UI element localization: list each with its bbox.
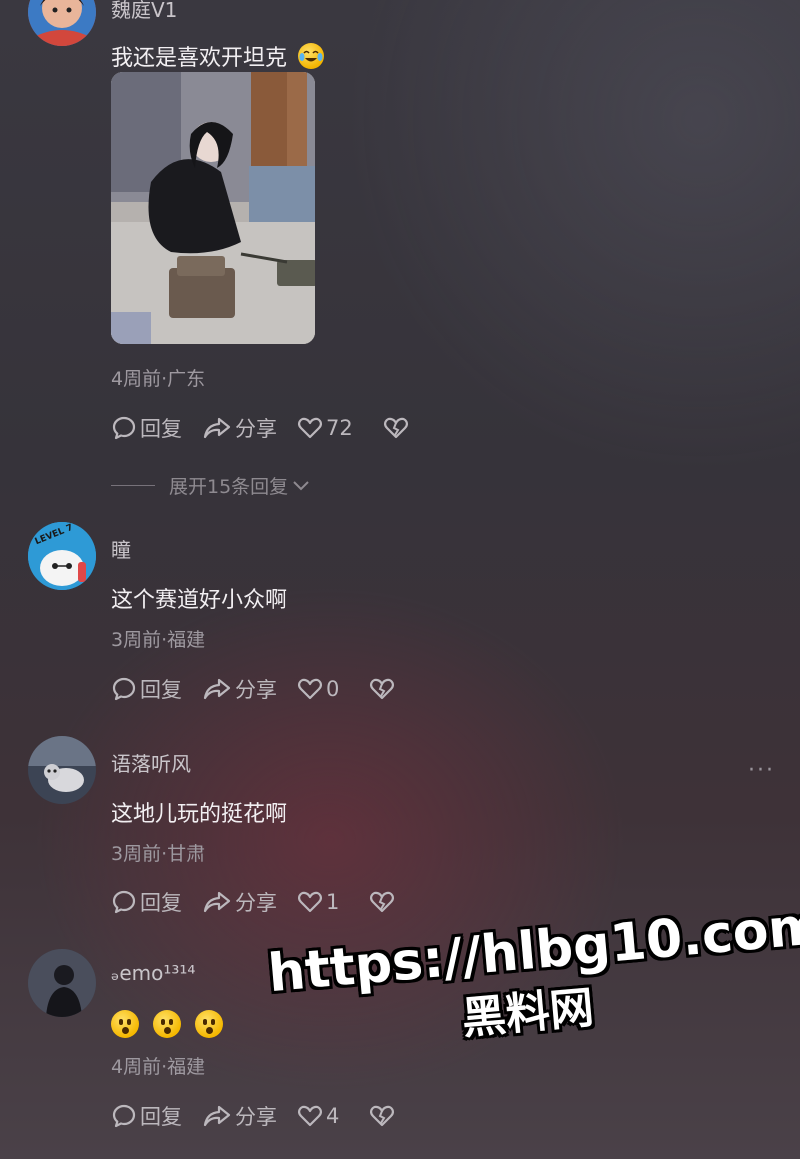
expand-replies-label: 展开15条回复	[169, 476, 289, 498]
heart-outline-icon	[298, 678, 322, 700]
astonished-emoji-icon	[195, 1010, 223, 1038]
user-avatar[interactable]: LEVEL 7	[28, 522, 96, 590]
comment-actions: 回复 分享 1	[111, 887, 418, 917]
like-count: 0	[326, 677, 340, 701]
broken-heart-icon	[383, 417, 408, 439]
comment-emojis	[111, 1010, 237, 1038]
comment-text: 我还是喜欢开坦克	[111, 40, 325, 72]
comment-username[interactable]: 瞳	[111, 534, 131, 563]
comment-actions: 回复 分享 72	[111, 413, 432, 443]
broken-heart-icon	[370, 891, 395, 913]
reply-label: 回复	[140, 1105, 182, 1129]
comment-bubble-icon	[112, 890, 136, 914]
heart-outline-icon	[298, 417, 322, 439]
like-button[interactable]: 0	[297, 677, 339, 701]
tears-of-joy-emoji-icon	[298, 43, 325, 69]
share-arrow-icon	[203, 1105, 231, 1127]
comment-username[interactable]: 魏庭V1	[111, 0, 177, 23]
expand-replies-button[interactable]: 展开15条回复	[111, 472, 311, 499]
reply-button[interactable]: 回复	[111, 1101, 182, 1131]
comment-username[interactable]: 语落听风	[111, 748, 191, 777]
reply-button[interactable]: 回复	[111, 413, 182, 443]
share-label: 分享	[235, 417, 277, 441]
broken-heart-icon	[370, 678, 395, 700]
comment-text: 这地儿玩的挺花啊	[111, 802, 288, 827]
dislike-button[interactable]	[383, 416, 412, 440]
comment-meta: 3周前·甘肃	[111, 843, 206, 865]
share-label: 分享	[235, 678, 277, 702]
watermark: https://hlbg10.com 黑料网	[266, 896, 800, 1064]
astonished-emoji-icon	[111, 1010, 139, 1038]
comment-actions: 回复 分享 0	[111, 674, 418, 704]
reply-label: 回复	[140, 678, 182, 702]
comment-meta: 3周前·福建	[111, 629, 206, 651]
comment-username[interactable]: ₔemo¹³¹⁴	[111, 961, 195, 985]
heart-outline-icon	[298, 1105, 322, 1127]
comment-text-content: 我还是喜欢开坦克	[111, 46, 288, 71]
avatar-image	[28, 0, 96, 46]
share-button[interactable]: 分享	[202, 1101, 277, 1131]
like-count: 4	[326, 1104, 340, 1128]
reply-button[interactable]: 回复	[111, 674, 182, 704]
avatar-image	[28, 736, 96, 804]
dislike-button[interactable]	[369, 677, 398, 701]
comment-bubble-icon	[112, 1104, 136, 1128]
dislike-button[interactable]	[369, 1104, 398, 1128]
avatar-image	[28, 949, 96, 1017]
heart-outline-icon	[298, 891, 322, 913]
like-button[interactable]: 1	[297, 890, 339, 914]
user-avatar[interactable]	[28, 0, 96, 46]
comment-text: 这个赛道好小众啊	[111, 588, 288, 613]
tank-photo-image	[111, 72, 315, 344]
divider	[111, 485, 155, 486]
like-count: 72	[326, 416, 353, 440]
comment-meta: 4周前·广东	[111, 368, 206, 390]
share-arrow-icon	[203, 417, 231, 439]
broken-heart-icon	[370, 1105, 395, 1127]
share-button[interactable]: 分享	[202, 674, 277, 704]
more-options-button[interactable]: ···	[748, 758, 775, 783]
reply-button[interactable]: 回复	[111, 887, 182, 917]
share-arrow-icon	[203, 678, 231, 700]
user-avatar[interactable]	[28, 736, 96, 804]
comment-item: 魏庭V1 我还是喜欢开坦克 4周前·广东 回复 分享 72 展开15条回复	[0, 0, 800, 510]
comment-meta: 4周前·福建	[111, 1056, 206, 1078]
share-button[interactable]: 分享	[202, 413, 277, 443]
comment-bubble-icon	[112, 416, 136, 440]
comment-image[interactable]	[111, 72, 315, 344]
share-label: 分享	[235, 1105, 277, 1129]
reply-label: 回复	[140, 891, 182, 915]
user-avatar[interactable]	[28, 949, 96, 1017]
like-button[interactable]: 4	[297, 1104, 339, 1128]
reply-label: 回复	[140, 417, 182, 441]
share-button[interactable]: 分享	[202, 887, 277, 917]
dislike-button[interactable]	[369, 890, 398, 914]
chevron-down-icon	[293, 480, 309, 490]
like-count: 1	[326, 890, 340, 914]
share-label: 分享	[235, 891, 277, 915]
comment-bubble-icon	[112, 677, 136, 701]
share-arrow-icon	[203, 891, 231, 913]
comment-actions: 回复 分享 4	[111, 1101, 418, 1131]
astonished-emoji-icon	[153, 1010, 181, 1038]
like-button[interactable]: 72	[297, 416, 353, 440]
